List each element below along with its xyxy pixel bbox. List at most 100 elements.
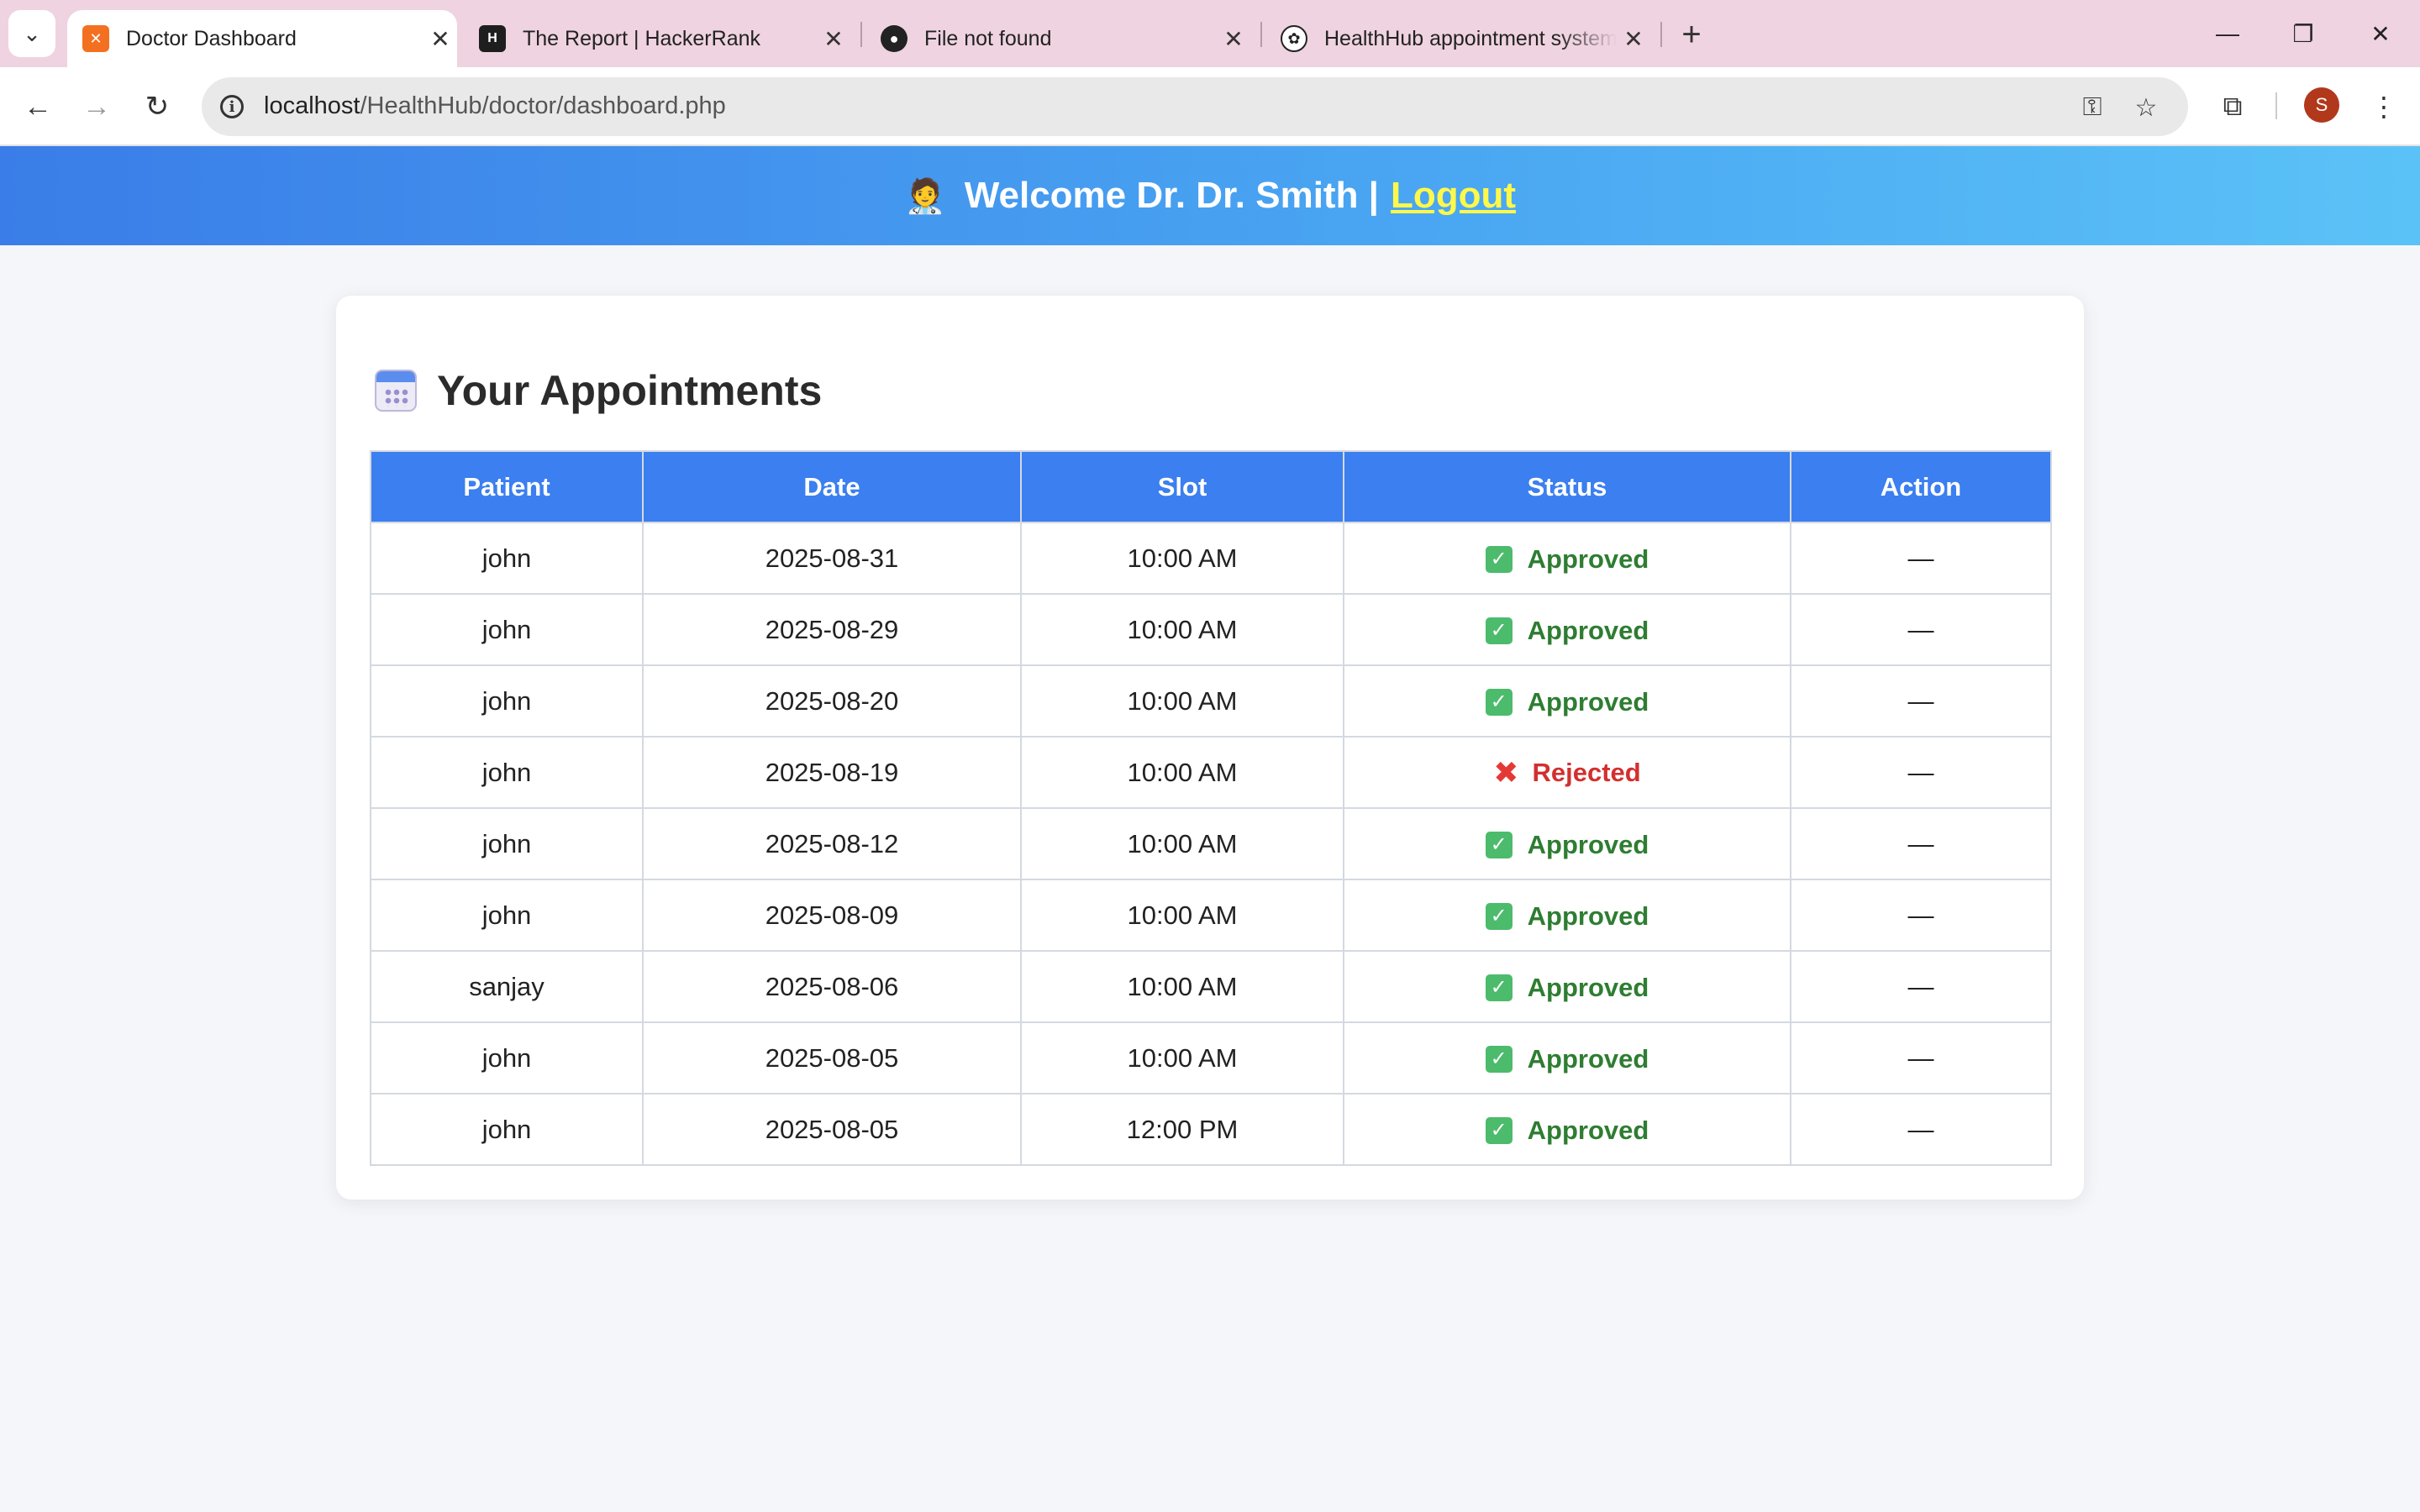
close-window-button[interactable]: ✕ [2343,8,2418,59]
status-cell: ✓ Approved [1343,950,1791,1023]
slot-cell: 10:00 AM [1020,1021,1344,1095]
appointments-heading: Your Appointments [375,366,822,415]
logout-link[interactable]: Logout [1391,175,1516,217]
status-badge: ✖ Rejected [1493,755,1640,790]
new-tab-button[interactable]: + [1670,13,1712,55]
status-cell: ✓ Approved [1343,1021,1791,1095]
bookmark-button[interactable]: ☆ [2128,89,2165,126]
slot-cell: 10:00 AM [1020,664,1344,738]
status-text: Approved [1527,686,1649,717]
restore-button[interactable]: ❐ [2265,8,2341,59]
tab-hackerrank[interactable]: H The Report | HackerRank ✕ [464,10,850,67]
table-row: john 2025-08-09 10:00 AM ✓ Approved — [370,879,2052,952]
back-button[interactable]: ← [17,86,59,128]
status-cell: ✖ Rejected [1343,736,1791,809]
kebab-menu-icon: ⋮ [2370,92,2397,122]
restore-icon: ❐ [2292,20,2314,47]
table-row: john 2025-08-05 10:00 AM ✓ Approved — [370,1021,2052,1095]
openai-icon: ✿ [1281,25,1307,52]
tab-doctor-dashboard[interactable]: ✕ Doctor Dashboard ✕ [67,10,457,67]
slot-cell: 10:00 AM [1020,807,1344,880]
close-icon[interactable]: ✕ [817,25,850,53]
status-cell: ✓ Approved [1343,593,1791,666]
status-text: Approved [1527,1043,1649,1074]
check-icon: ✓ [1485,617,1512,644]
tab-separator [1660,22,1662,47]
arrow-right-icon: → [82,90,111,123]
date-cell: 2025-08-05 [642,1093,1022,1166]
table-row: john 2025-08-29 10:00 AM ✓ Approved — [370,593,2052,666]
status-cell: ✓ Approved [1343,807,1791,880]
column-header-date: Date [642,450,1022,523]
tab-healthhub-system[interactable]: ✿ HealthHub appointment system ✕ [1265,10,1650,67]
check-icon: ✓ [1485,688,1512,716]
minimize-button[interactable]: — [2190,8,2265,59]
minimize-icon: — [2216,20,2239,46]
patient-cell: john [370,593,644,666]
status-cell: ✓ Approved [1343,522,1791,595]
hackerrank-icon: H [479,25,506,52]
column-header-slot: Slot [1020,450,1344,523]
action-cell: — [1790,807,2052,880]
column-header-action: Action [1790,450,2052,523]
github-icon: ● [881,25,908,52]
date-cell: 2025-08-06 [642,950,1022,1023]
close-icon[interactable]: ✕ [1617,25,1650,53]
address-bar[interactable]: i localhost/HealthHub/doctor/dashboard.p… [202,77,2188,136]
cross-icon: ✖ [1493,754,1519,790]
url-host: localhost [264,92,360,119]
status-text: Approved [1527,543,1649,574]
status-text: Rejected [1532,757,1641,787]
status-badge: ✓ Approved [1485,972,1649,1003]
profile-initial: S [2315,94,2328,115]
status-cell: ✓ Approved [1343,1093,1791,1166]
appointments-card: Your Appointments Patient Date Slot Stat… [336,296,2084,1200]
slot-cell: 12:00 PM [1020,1093,1344,1166]
status-text: Approved [1527,972,1649,1002]
tab-search-button[interactable]: ⌄ [8,10,55,57]
status-text: Approved [1527,615,1649,645]
check-icon: ✓ [1485,1045,1512,1073]
action-cell: — [1790,1093,2052,1166]
close-icon: ✕ [2370,20,2391,47]
slot-cell: 10:00 AM [1020,950,1344,1023]
reload-button[interactable]: ↻ [136,86,178,128]
calendar-icon [375,370,417,412]
check-icon: ✓ [1485,902,1512,930]
table-header-row: Patient Date Slot Status Action [370,450,2052,523]
patient-cell: john [370,1021,644,1095]
tab-separator [860,22,862,47]
action-cell: — [1790,736,2052,809]
status-text: Approved [1527,900,1649,931]
close-icon[interactable]: ✕ [424,25,457,53]
star-icon: ☆ [2134,93,2158,122]
tab-title: Doctor Dashboard [126,26,297,50]
status-cell: ✓ Approved [1343,664,1791,738]
action-cell: — [1790,879,2052,952]
extensions-button[interactable]: ⧉ [2212,86,2254,128]
table-row: john 2025-08-05 12:00 PM ✓ Approved — [370,1093,2052,1166]
chevron-down-icon: ⌄ [23,20,41,46]
close-icon[interactable]: ✕ [1217,25,1250,53]
status-badge: ✓ Approved [1485,543,1649,575]
tab-title: The Report | HackerRank [523,26,760,50]
status-badge: ✓ Approved [1485,900,1649,932]
date-cell: 2025-08-09 [642,879,1022,952]
profile-avatar[interactable]: S [2304,87,2339,123]
date-cell: 2025-08-20 [642,664,1022,738]
table-row: john 2025-08-20 10:00 AM ✓ Approved — [370,664,2052,738]
site-info-button[interactable]: i [213,88,250,125]
plus-icon: + [1681,15,1702,53]
appointments-table: Patient Date Slot Status Action john 2025… [370,450,2052,1166]
menu-button[interactable]: ⋮ [2363,86,2405,128]
patient-cell: john [370,664,644,738]
password-key-button[interactable]: ⚿ [2074,89,2111,126]
browser-toolbar: ← → ↻ i localhost/HealthHub/doctor/dashb… [0,67,2420,146]
url-text[interactable]: localhost/HealthHub/doctor/dashboard.php [264,92,726,120]
forward-button[interactable]: → [76,86,118,128]
page-header: 🧑‍⚕️ Welcome Dr. Dr. Smith | Logout [0,146,2420,245]
key-icon: ⚿ [2082,93,2102,121]
xampp-icon: ✕ [82,25,109,52]
action-cell: — [1790,664,2052,738]
tab-file-not-found[interactable]: ● File not found ✕ [865,10,1250,67]
